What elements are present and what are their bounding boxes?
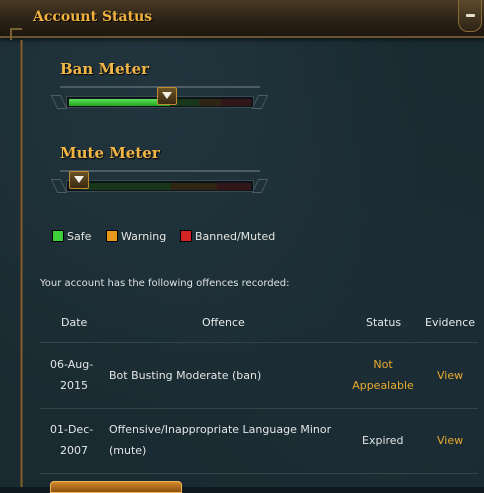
status-line: Appealable — [352, 379, 414, 392]
meter-banned-zone — [221, 99, 251, 106]
offences-intro: Your account has the following offences … — [40, 278, 290, 289]
row-status: Not Appealable — [352, 354, 414, 396]
date-line: 2007 — [60, 444, 88, 457]
bottom-action-button[interactable] — [50, 481, 182, 493]
triangle-down-icon — [74, 176, 84, 183]
legend-label: Warning — [121, 229, 167, 243]
frame-rail — [20, 40, 23, 487]
meter-warning-zone — [199, 99, 221, 106]
minus-icon — [466, 14, 475, 17]
row-date: 01-Dec- 2007 — [50, 419, 93, 461]
date-line: 2015 — [60, 379, 88, 392]
mute-meter-title: Mute Meter — [60, 144, 160, 162]
column-header-evidence: Evidence — [425, 316, 476, 329]
panel-title: Account Status — [33, 9, 153, 25]
meter-safe-zone — [81, 183, 171, 190]
legend-label: Banned/Muted — [195, 229, 276, 243]
legend-banned: Banned/Muted — [180, 229, 275, 243]
frame-corner — [10, 28, 22, 40]
meter-fill — [69, 99, 170, 106]
banned-swatch-icon — [180, 230, 192, 242]
safe-swatch-icon — [52, 230, 64, 242]
table-divider — [40, 473, 478, 474]
meter-endcap — [50, 95, 68, 109]
table-divider — [40, 342, 478, 343]
meter-marker — [69, 171, 89, 189]
row-offence: Bot Busting Moderate (ban) — [109, 369, 262, 382]
meter-endcap — [251, 95, 269, 109]
column-header-status: Status — [366, 316, 402, 329]
mute-meter — [50, 170, 269, 200]
column-header-offence: Offence — [202, 316, 245, 329]
offence-line: (mute) — [109, 444, 147, 457]
panel-header: Account Status — [0, 0, 484, 38]
date-line: 06-Aug- — [50, 358, 94, 371]
row-date: 06-Aug- 2015 — [50, 354, 93, 396]
account-status-panel: Account Status Ban Meter Mute Meter Safe… — [0, 0, 484, 493]
legend-warning: Warning — [106, 229, 166, 243]
table-divider — [40, 408, 478, 409]
view-evidence-link[interactable]: View — [437, 369, 463, 382]
ban-meter-title: Ban Meter — [60, 60, 150, 78]
meter-rule — [60, 170, 260, 172]
status-line: Not — [373, 358, 393, 371]
meter-track — [66, 180, 254, 192]
view-evidence-link[interactable]: View — [437, 434, 463, 447]
meter-endcap — [251, 179, 269, 193]
date-line: 01-Dec- — [50, 423, 94, 436]
meter-warning-zone — [171, 183, 217, 190]
column-header-date: Date — [61, 316, 88, 329]
meter-endcap — [50, 179, 68, 193]
ban-meter — [50, 86, 269, 116]
meter-marker — [157, 87, 177, 105]
triangle-down-icon — [162, 92, 172, 99]
warning-swatch-icon — [106, 230, 118, 242]
legend-safe: Safe — [52, 229, 91, 243]
collapse-button[interactable] — [458, 0, 482, 32]
offence-line: Offensive/Inappropriate Language Minor — [109, 423, 332, 436]
row-status: Expired — [362, 434, 404, 447]
row-offence: Offensive/Inappropriate Language Minor (… — [109, 419, 331, 461]
legend-label: Safe — [67, 229, 92, 243]
meter-banned-zone — [217, 183, 251, 190]
